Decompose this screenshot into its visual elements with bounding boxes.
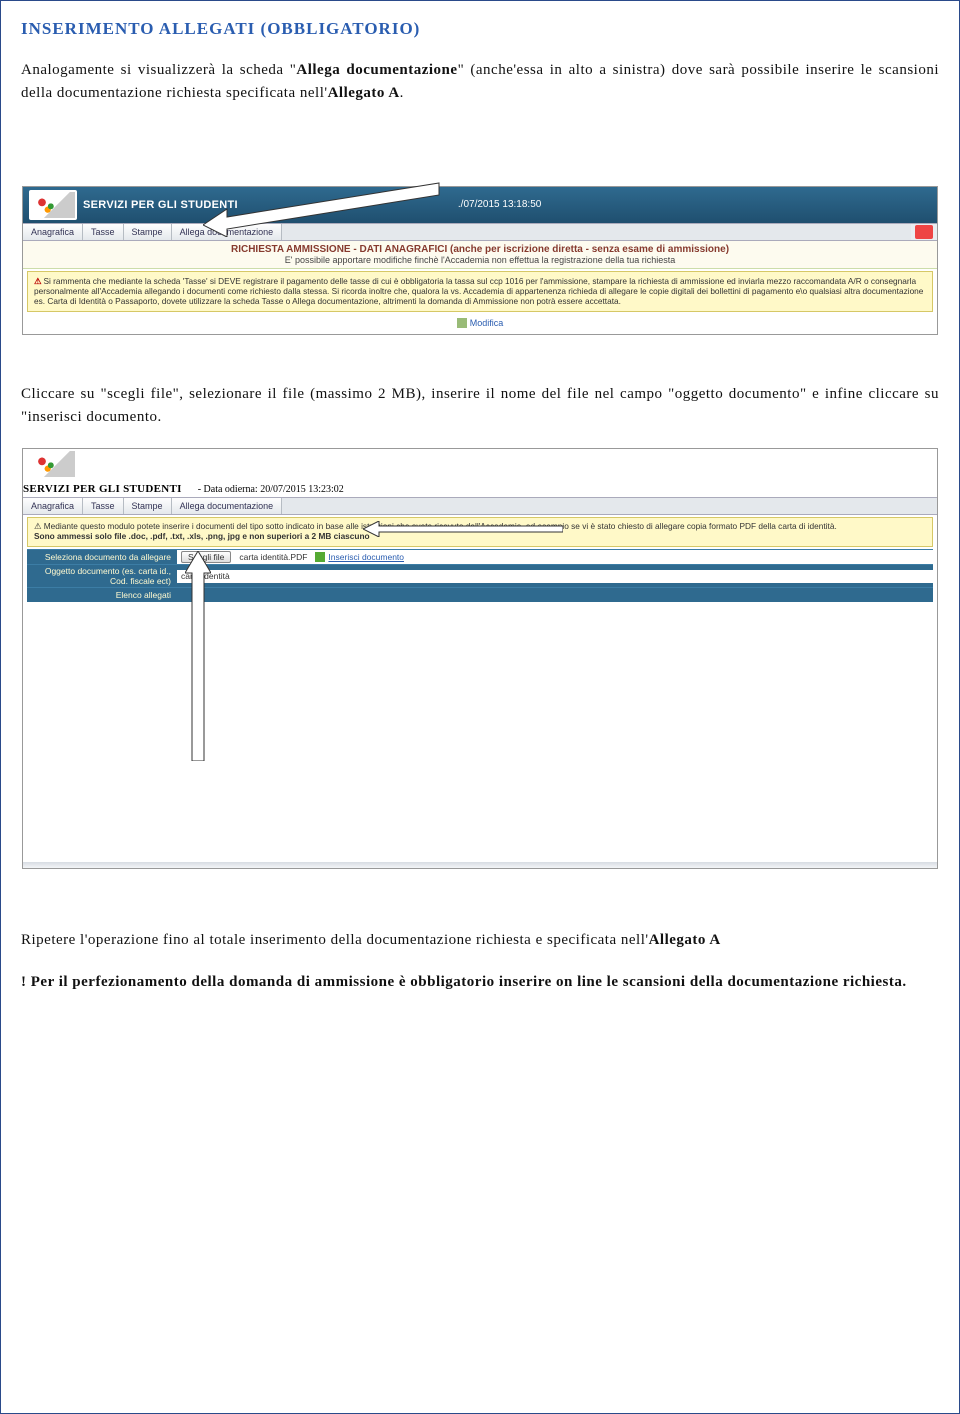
timestamp: ./07/2015 13:18:50 [458, 199, 541, 210]
notice-text: Si rammenta che mediante la scheda 'Tass… [34, 276, 923, 307]
label-select-file: Seleziona documento da allegare [27, 551, 177, 563]
selected-filename: carta identità.PDF [239, 552, 307, 562]
tab-bar-2: Anagrafica Tasse Stampe Allega documenta… [23, 497, 937, 515]
app-brand-2: SERVIZI PER GLI STUDENTI [23, 483, 182, 495]
warning-icon: ⚠ [34, 276, 41, 286]
tab-tasse[interactable]: Tasse [83, 224, 124, 240]
label-object: Oggetto documento (es. carta id., Cod. f… [27, 565, 177, 587]
paragraph-2: Cliccare su "scegli file", selezionare i… [21, 383, 939, 430]
notice-box-2: ⚠ Mediante questo modulo potete inserire… [27, 517, 933, 548]
p1-text-a: Analogamente si visualizzerà la scheda " [21, 62, 296, 78]
timestamp-2: - Data odierna: 20/07/2015 13:23:02 [198, 484, 344, 495]
page-title: INSERIMENTO ALLEGATI (OBBLIGATORIO) [21, 19, 939, 39]
paragraph-3: Ripetere l'operazione fino al totale ins… [21, 929, 939, 952]
p1-bold-1: Allega documentazione [296, 62, 457, 78]
object-field-value[interactable]: carta identità [181, 571, 230, 581]
header-text: RICHIESTA AMMISSIONE - DATI ANAGRAFICI (… [231, 244, 729, 255]
screenshot-2: SERVIZI PER GLI STUDENTI - Data odierna:… [22, 448, 938, 870]
app-topbar: SERVIZI PER GLI STUDENTI ./07/2015 13:18… [23, 187, 937, 223]
notice-box: ⚠Si rammenta che mediante la scheda 'Tas… [27, 271, 933, 312]
form-panel: Seleziona documento da allegare Scegli f… [27, 549, 933, 602]
p3-bold: Allegato A [649, 932, 721, 948]
tab-allega-documentazione[interactable]: Allega documentazione [172, 224, 283, 240]
tab-anagrafica[interactable]: Anagrafica [23, 224, 83, 240]
paragraph-1: Analogamente si visualizzerà la scheda "… [21, 59, 939, 106]
warning-icon-2: ⚠ [34, 521, 41, 531]
tab-allega-documentazione-2[interactable]: Allega documentazione [172, 498, 283, 514]
header-subtext: E' possibile apportare modifiche finchè … [27, 255, 933, 265]
p1-text-e: . [400, 85, 404, 101]
section-header: RICHIESTA AMMISSIONE - DATI ANAGRAFICI (… [23, 241, 937, 269]
isidata-logo [29, 190, 77, 220]
isidata-logo-2 [29, 449, 77, 479]
tab-anagrafica-2[interactable]: Anagrafica [23, 498, 83, 514]
tab-bar: Anagrafica Tasse Stampe Allega documenta… [23, 223, 937, 241]
tab-stampe[interactable]: Stampe [124, 224, 172, 240]
screenshot-1: SERVIZI PER GLI STUDENTI ./07/2015 13:18… [22, 186, 938, 336]
modify-link[interactable]: Modifica [470, 318, 504, 328]
p3-text-a: Ripetere l'operazione fino al totale ins… [21, 932, 649, 948]
p4-bang: ! [21, 974, 31, 990]
flag-icon[interactable] [915, 225, 933, 239]
edit-icon [457, 318, 467, 328]
app-topbar-2: SERVIZI PER GLI STUDENTI - Data odierna:… [23, 449, 937, 497]
tab-tasse-2[interactable]: Tasse [83, 498, 124, 514]
modify-row: Modifica [23, 316, 937, 335]
app-brand: SERVIZI PER GLI STUDENTI [83, 199, 238, 211]
paragraph-4: ! Per il perfezionamento della domanda d… [21, 971, 939, 994]
p4-text: Per il perfezionamento della domanda di … [31, 974, 907, 990]
notice2-line2: Sono ammessi solo file .doc, .pdf, .txt,… [34, 531, 370, 541]
tab-stampe-2[interactable]: Stampe [124, 498, 172, 514]
p1-bold-2: Allegato A [328, 85, 400, 101]
insert-document-link[interactable]: Inserisci documento [315, 552, 404, 562]
notice2-line1: Mediante questo modulo potete inserire i… [44, 521, 837, 531]
label-attachment-list: Elenco allegati [27, 589, 177, 601]
choose-file-button[interactable]: Scegli file [181, 551, 231, 563]
